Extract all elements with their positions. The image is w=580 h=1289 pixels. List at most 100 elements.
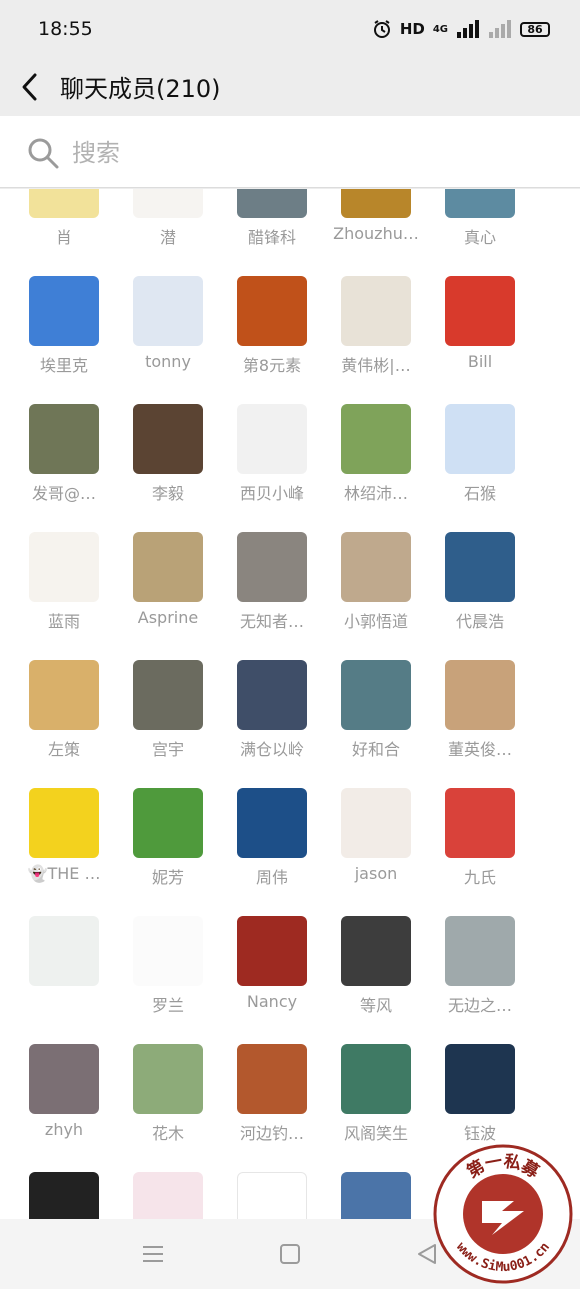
member-name: 妮芳 <box>151 868 184 887</box>
page-title: 聊天成员(210) <box>60 75 221 103</box>
member-item[interactable]: 风阁笑生 <box>324 1044 428 1164</box>
member-item[interactable]: 小郭悟道 <box>324 532 428 652</box>
member-name: 河边钓… <box>239 1124 304 1143</box>
member-item[interactable]: 潜 <box>116 189 220 268</box>
avatar <box>237 660 307 730</box>
member-item[interactable]: Zhouzhu… <box>324 189 428 268</box>
search-input[interactable] <box>72 134 552 172</box>
member-item[interactable]: 妮芳 <box>116 788 220 908</box>
member-item[interactable]: 罗兰 <box>116 916 220 1036</box>
avatar <box>237 532 307 602</box>
avatar <box>237 916 307 986</box>
avatar <box>341 788 411 858</box>
avatar <box>29 916 99 986</box>
member-item[interactable]: 西贝小峰 <box>220 404 324 524</box>
member-item[interactable]: 九氏 <box>428 788 532 908</box>
avatar <box>237 189 307 218</box>
member-name: 好和合 <box>351 740 400 759</box>
member-name: 发哥@… <box>31 484 96 503</box>
avatar <box>133 660 203 730</box>
member-item[interactable]: 好和合 <box>324 660 428 780</box>
member-name: jason <box>354 864 398 883</box>
member-item[interactable] <box>12 916 116 1036</box>
member-item[interactable]: 董英俊… <box>428 660 532 780</box>
member-name: Zhouzhu… <box>333 224 419 243</box>
member-name: 石猴 <box>463 484 496 503</box>
member-item[interactable]: Asprine <box>116 532 220 652</box>
member-item[interactable]: jason <box>324 788 428 908</box>
avatar <box>133 276 203 346</box>
member-item[interactable]: 林绍沛… <box>324 404 428 524</box>
recent-apps-icon[interactable] <box>140 1241 166 1267</box>
member-name: 李毅 <box>151 484 184 503</box>
avatar <box>237 404 307 474</box>
avatar <box>341 404 411 474</box>
member-name: Nancy <box>246 992 298 1011</box>
member-item[interactable]: 发哥@… <box>12 404 116 524</box>
home-icon[interactable] <box>277 1241 303 1267</box>
member-item[interactable] <box>116 1172 220 1219</box>
signal-icon <box>457 20 479 38</box>
search-bar[interactable] <box>0 116 580 188</box>
member-item[interactable]: Nancy <box>220 916 324 1036</box>
member-item[interactable]: 代晨浩 <box>428 532 532 652</box>
member-name: 👻THE … <box>27 864 101 883</box>
member-item[interactable]: 等风 <box>324 916 428 1036</box>
member-name: 黄伟彬|… <box>341 356 411 375</box>
member-item[interactable]: 李毅 <box>116 404 220 524</box>
member-name: 醋锋科 <box>247 228 296 247</box>
member-item[interactable]: 第8元素 <box>220 276 324 396</box>
member-item[interactable]: zhyh <box>12 1044 116 1164</box>
avatar <box>29 189 99 218</box>
avatar <box>237 276 307 346</box>
member-item[interactable]: 真心 <box>428 189 532 268</box>
member-name: 林绍沛… <box>343 484 408 503</box>
member-name: 无知者… <box>239 612 304 631</box>
avatar <box>133 189 203 218</box>
member-item[interactable]: 黄伟彬|… <box>324 276 428 396</box>
member-item[interactable]: 左策 <box>12 660 116 780</box>
avatar <box>29 1172 99 1219</box>
avatar <box>445 189 515 218</box>
member-item[interactable]: 河边钓… <box>220 1044 324 1164</box>
member-name: 埃里克 <box>39 356 88 375</box>
member-name: 罗兰 <box>151 996 184 1015</box>
member-item[interactable]: 肖 <box>12 189 116 268</box>
status-time: 18:55 <box>38 18 93 40</box>
member-item[interactable]: 醋锋科 <box>220 189 324 268</box>
member-item[interactable]: 蓝雨 <box>12 532 116 652</box>
member-name: 真心 <box>463 228 496 247</box>
member-item[interactable]: 无边之… <box>428 916 532 1036</box>
avatar <box>341 660 411 730</box>
avatar <box>341 916 411 986</box>
avatar <box>341 1044 411 1114</box>
member-item[interactable]: 宫宇 <box>116 660 220 780</box>
member-name: 蓝雨 <box>47 612 80 631</box>
avatar <box>133 1172 203 1219</box>
member-name: 无边之… <box>447 996 512 1015</box>
avatar <box>341 532 411 602</box>
member-item[interactable]: 埃里克 <box>12 276 116 396</box>
member-name: 风阁笑生 <box>343 1124 408 1143</box>
member-item[interactable]: 无知者… <box>220 532 324 652</box>
member-name: 满仓以岭 <box>239 740 304 759</box>
member-item[interactable]: Bill <box>428 276 532 396</box>
member-item[interactable]: 石猴 <box>428 404 532 524</box>
title-bar: 聊天成员(210) <box>0 58 580 116</box>
avatar <box>133 532 203 602</box>
member-item[interactable]: 满仓以岭 <box>220 660 324 780</box>
member-name: 董英俊… <box>447 740 512 759</box>
member-name: 花木 <box>151 1124 184 1143</box>
member-item[interactable]: tonny <box>116 276 220 396</box>
avatar <box>133 404 203 474</box>
member-item[interactable] <box>324 1172 428 1219</box>
member-item[interactable]: 👻THE … <box>12 788 116 908</box>
back-button[interactable] <box>14 64 54 110</box>
member-item[interactable]: 周伟 <box>220 788 324 908</box>
member-name: Bill <box>467 352 493 371</box>
net-type-label: 4G <box>432 23 448 35</box>
member-item[interactable]: 花木 <box>116 1044 220 1164</box>
member-name: 等风 <box>359 996 392 1015</box>
member-item[interactable] <box>220 1172 324 1219</box>
member-item[interactable] <box>12 1172 116 1219</box>
